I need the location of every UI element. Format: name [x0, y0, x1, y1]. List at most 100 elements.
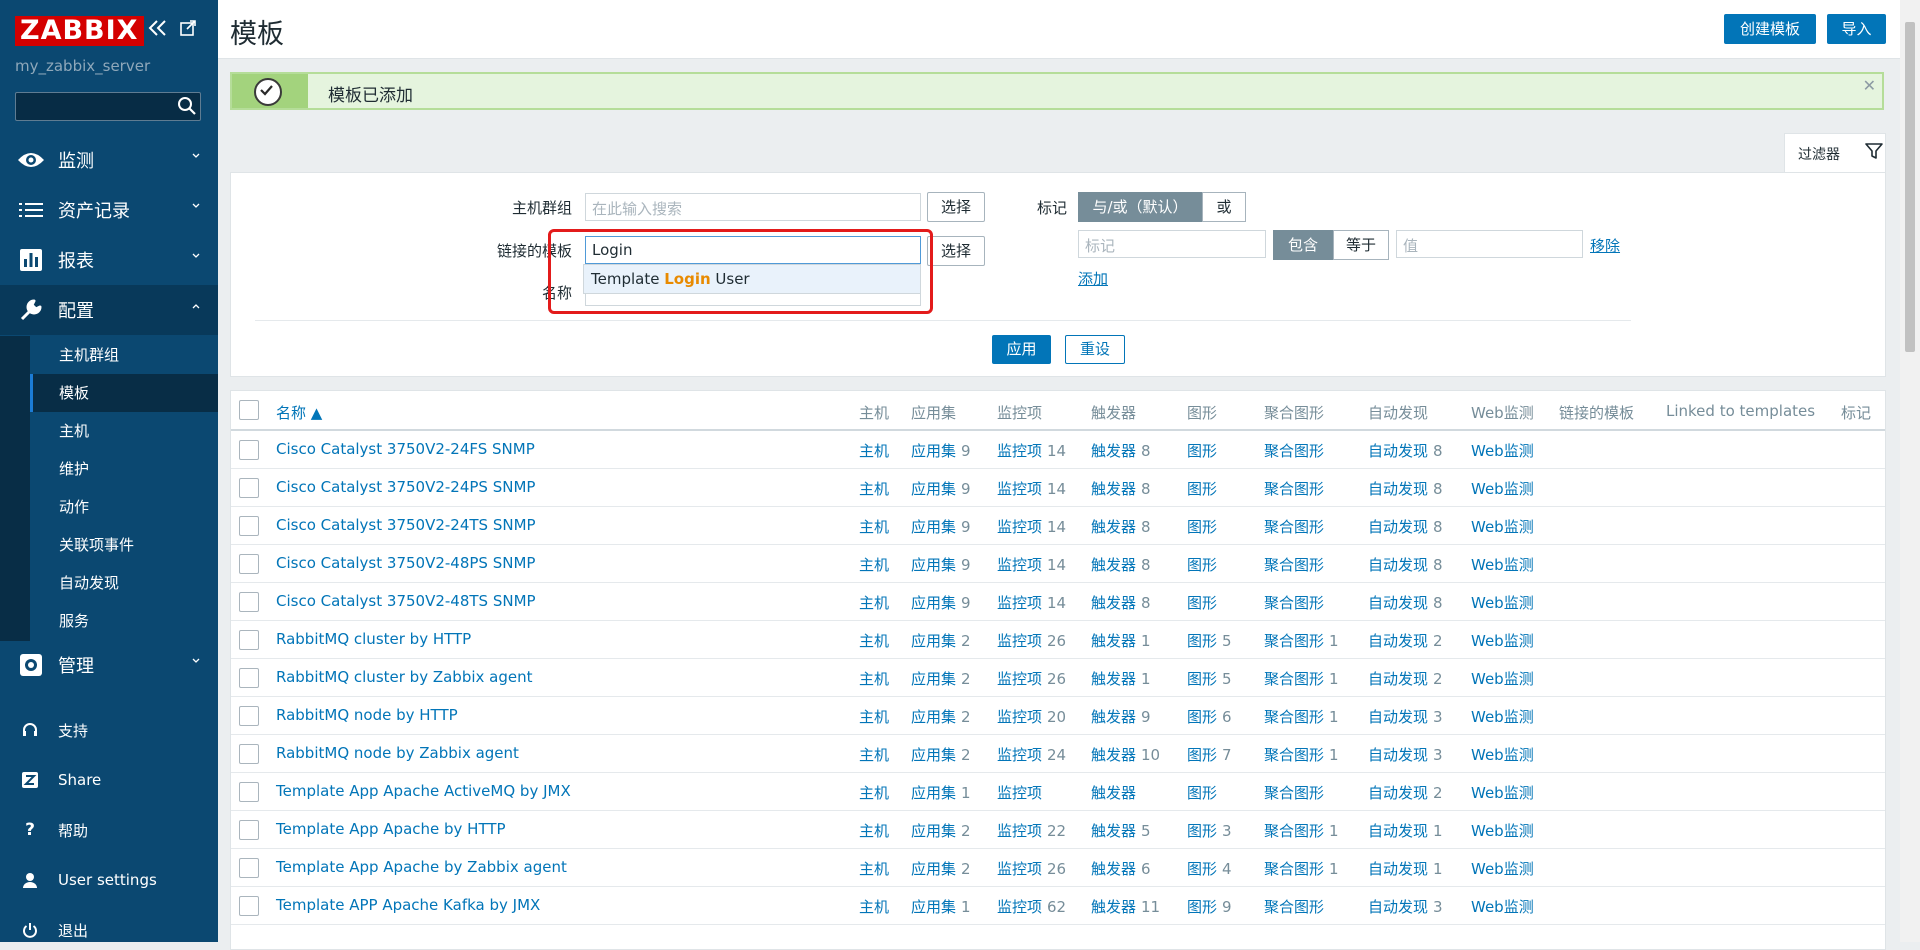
discovery-link[interactable]: 自动发现 [1368, 594, 1428, 612]
graphs-link[interactable]: 图形 [1187, 708, 1217, 726]
web-link[interactable]: Web监测 [1471, 442, 1534, 460]
tags-and-or-toggle[interactable]: 与/或（默认） [1078, 192, 1202, 222]
discovery-link[interactable]: 自动发现 [1368, 898, 1428, 916]
web-link[interactable]: Web监测 [1471, 822, 1534, 840]
items-link[interactable]: 监控项 [997, 594, 1042, 612]
applications-link[interactable]: 应用集 [911, 670, 956, 688]
filter-tab[interactable]: 过滤器 [1784, 133, 1886, 173]
screens-link[interactable]: 聚合图形 [1264, 442, 1324, 460]
row-checkbox[interactable] [239, 592, 259, 612]
hosts-link[interactable]: 主机 [859, 860, 889, 878]
select-all-checkbox[interactable] [239, 400, 259, 420]
screens-link[interactable]: 聚合图形 [1264, 784, 1324, 802]
applications-link[interactable]: 应用集 [911, 518, 956, 536]
triggers-link[interactable]: 触发器 [1091, 898, 1136, 916]
tag-equals-toggle[interactable]: 等于 [1333, 230, 1389, 260]
items-link[interactable]: 监控项 [997, 860, 1042, 878]
tags-or-toggle[interactable]: 或 [1202, 192, 1246, 222]
submenu-discovery[interactable]: 自动发现 [30, 564, 218, 602]
items-link[interactable]: 监控项 [997, 670, 1042, 688]
triggers-link[interactable]: 触发器 [1091, 442, 1136, 460]
triggers-link[interactable]: 触发器 [1091, 860, 1136, 878]
triggers-link[interactable]: 触发器 [1091, 822, 1136, 840]
template-name-link[interactable]: Cisco Catalyst 3750V2-24TS SNMP [276, 516, 536, 534]
triggers-link[interactable]: 触发器 [1091, 556, 1136, 574]
row-checkbox[interactable] [239, 440, 259, 460]
graphs-link[interactable]: 图形 [1187, 480, 1217, 498]
template-name-link[interactable]: RabbitMQ cluster by HTTP [276, 630, 471, 648]
web-link[interactable]: Web监测 [1471, 670, 1534, 688]
hosts-link[interactable]: 主机 [859, 518, 889, 536]
submenu-host-groups[interactable]: 主机群组 [30, 336, 218, 374]
submenu-hosts[interactable]: 主机 [30, 412, 218, 450]
reset-button[interactable]: 重设 [1065, 335, 1125, 364]
screens-link[interactable]: 聚合图形 [1264, 480, 1324, 498]
kiosk-mode-icon[interactable] [178, 18, 198, 44]
applications-link[interactable]: 应用集 [911, 556, 956, 574]
items-link[interactable]: 监控项 [997, 442, 1042, 460]
applications-link[interactable]: 应用集 [911, 594, 956, 612]
template-name-link[interactable]: RabbitMQ node by HTTP [276, 706, 458, 724]
web-link[interactable]: Web监测 [1471, 594, 1534, 612]
submenu-event-correlation[interactable]: 关联项事件 [30, 526, 218, 564]
triggers-link[interactable]: 触发器 [1091, 594, 1136, 612]
discovery-link[interactable]: 自动发现 [1368, 670, 1428, 688]
hosts-link[interactable]: 主机 [859, 594, 889, 612]
discovery-link[interactable]: 自动发现 [1368, 860, 1428, 878]
triggers-link[interactable]: 触发器 [1091, 746, 1136, 764]
items-link[interactable]: 监控项 [997, 518, 1042, 536]
util-share[interactable]: Share [0, 760, 218, 800]
apply-button[interactable]: 应用 [992, 335, 1051, 364]
screens-link[interactable]: 聚合图形 [1264, 708, 1324, 726]
util-support[interactable]: 支持 [0, 710, 218, 750]
hosts-link[interactable]: 主机 [859, 670, 889, 688]
hosts-link[interactable]: 主机 [859, 898, 889, 916]
tag-add-link[interactable]: 添加 [1078, 268, 1108, 289]
tag-name-input[interactable]: 标记 [1078, 230, 1266, 258]
search-icon[interactable] [177, 96, 196, 115]
items-link[interactable]: 监控项 [997, 746, 1042, 764]
screens-link[interactable]: 聚合图形 [1264, 860, 1324, 878]
items-link[interactable]: 监控项 [997, 898, 1042, 916]
row-checkbox[interactable] [239, 782, 259, 802]
discovery-link[interactable]: 自动发现 [1368, 822, 1428, 840]
nav-administration[interactable]: 管理 [0, 640, 218, 690]
hosts-link[interactable]: 主机 [859, 746, 889, 764]
template-name-link[interactable]: RabbitMQ cluster by Zabbix agent [276, 668, 533, 686]
items-link[interactable]: 监控项 [997, 556, 1042, 574]
submenu-actions[interactable]: 动作 [30, 488, 218, 526]
row-checkbox[interactable] [239, 744, 259, 764]
screens-link[interactable]: 聚合图形 [1264, 670, 1324, 688]
template-name-link[interactable]: Cisco Catalyst 3750V2-24PS SNMP [276, 478, 535, 496]
triggers-link[interactable]: 触发器 [1091, 480, 1136, 498]
template-name-link[interactable]: Cisco Catalyst 3750V2-48TS SNMP [276, 592, 536, 610]
tag-contains-toggle[interactable]: 包含 [1273, 230, 1333, 260]
discovery-link[interactable]: 自动发现 [1368, 442, 1428, 460]
linked-templates-select-button[interactable]: 选择 [927, 236, 985, 266]
page-scrollbar[interactable] [1900, 0, 1920, 942]
triggers-link[interactable]: 触发器 [1091, 708, 1136, 726]
tag-remove-link[interactable]: 移除 [1590, 235, 1620, 256]
row-checkbox[interactable] [239, 706, 259, 726]
row-checkbox[interactable] [239, 668, 259, 688]
web-link[interactable]: Web监测 [1471, 708, 1534, 726]
hosts-link[interactable]: 主机 [859, 784, 889, 802]
graphs-link[interactable]: 图形 [1187, 898, 1217, 916]
graphs-link[interactable]: 图形 [1187, 556, 1217, 574]
graphs-link[interactable]: 图形 [1187, 860, 1217, 878]
web-link[interactable]: Web监测 [1471, 480, 1534, 498]
zabbix-logo[interactable]: ZABBIX [15, 16, 144, 46]
import-button[interactable]: 导入 [1827, 14, 1886, 44]
host-group-select-button[interactable]: 选择 [927, 192, 985, 222]
graphs-link[interactable]: 图形 [1187, 746, 1217, 764]
util-user-settings[interactable]: User settings [0, 860, 218, 900]
applications-link[interactable]: 应用集 [911, 784, 956, 802]
template-name-link[interactable]: Template App Apache by Zabbix agent [276, 858, 567, 876]
row-checkbox[interactable] [239, 478, 259, 498]
hosts-link[interactable]: 主机 [859, 480, 889, 498]
applications-link[interactable]: 应用集 [911, 480, 956, 498]
row-checkbox[interactable] [239, 554, 259, 574]
discovery-link[interactable]: 自动发现 [1368, 746, 1428, 764]
web-link[interactable]: Web监测 [1471, 898, 1534, 916]
web-link[interactable]: Web监测 [1471, 518, 1534, 536]
